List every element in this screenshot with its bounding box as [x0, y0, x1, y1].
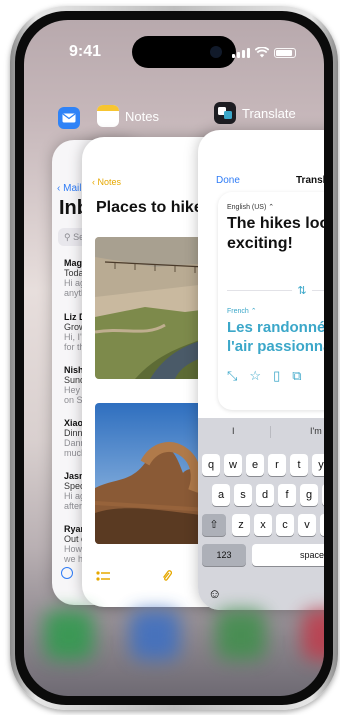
key[interactable]: v	[298, 514, 316, 536]
notes-app-label: Notes	[125, 108, 159, 124]
dock-app-icon	[130, 610, 180, 660]
phone-frame: 9:41 Notes Translate ‹ Mailb Inbo ⚲ Magi…	[10, 6, 338, 710]
key[interactable]: r	[268, 454, 286, 476]
key[interactable]: w	[224, 454, 242, 476]
home-dock-blurred	[44, 610, 324, 660]
translation-panel: English (US) ⌃ The hikes look exciting! …	[218, 192, 324, 410]
translation-actions: ⤡ ☆ ▯ ⧉	[227, 368, 302, 384]
notes-app-icon	[97, 105, 119, 127]
mail-app-header[interactable]	[58, 107, 80, 129]
dock-app-icon	[302, 610, 324, 660]
status-icons	[232, 47, 296, 58]
emoji-icon[interactable]: ☺	[208, 586, 221, 601]
mail-app-icon	[58, 107, 80, 129]
key[interactable]: c	[276, 514, 294, 536]
source-language-selector[interactable]: English (US) ⌃	[227, 203, 274, 211]
dock-app-icon	[44, 610, 94, 660]
key[interactable]: f	[278, 484, 296, 506]
source-language-label: English (US)	[227, 204, 267, 211]
notes-back-label: Notes	[97, 177, 122, 187]
target-language-label: French	[227, 308, 249, 315]
copy-icon[interactable]: ⧉	[292, 368, 301, 384]
chevron-updown-icon: ⌃	[250, 308, 257, 315]
suggestion-divider	[270, 426, 271, 438]
keyboard: I I'm q w e r t y u a s d f g h ⇧ z x c	[198, 418, 324, 610]
notes-back-link[interactable]: ‹ Notes	[92, 177, 121, 187]
suggestion[interactable]: I	[232, 426, 235, 436]
note-title: Places to hike	[96, 199, 203, 216]
cellular-signal-icon	[232, 48, 250, 58]
chevron-updown-icon: ⌃	[268, 204, 275, 211]
shift-key[interactable]: ⇧	[202, 514, 226, 536]
key[interactable]: g	[300, 484, 318, 506]
done-button[interactable]: Done	[216, 175, 240, 186]
star-icon[interactable]: ☆	[249, 368, 261, 384]
key[interactable]: b	[320, 514, 324, 536]
paperclip-icon[interactable]	[162, 569, 173, 588]
search-icon: ⚲	[64, 232, 71, 242]
dictionary-icon[interactable]: ▯	[273, 368, 280, 384]
key[interactable]: a	[212, 484, 230, 506]
numbers-key[interactable]: 123	[202, 544, 246, 566]
translate-app-header[interactable]: Translate	[214, 102, 296, 124]
dock-app-icon	[216, 610, 266, 660]
key[interactable]: t	[290, 454, 308, 476]
expand-icon[interactable]: ⤡	[227, 368, 237, 384]
battery-icon	[274, 48, 296, 58]
app-switcher-screen: 9:41 Notes Translate ‹ Mailb Inbo ⚲ Magi…	[24, 20, 324, 696]
checklist-icon[interactable]	[96, 569, 110, 587]
key[interactable]: x	[254, 514, 272, 536]
key[interactable]: s	[234, 484, 252, 506]
key[interactable]: e	[246, 454, 264, 476]
translated-text: Les randonnées on l'air passionnantes	[227, 318, 324, 356]
translate-app-label: Translate	[242, 105, 296, 121]
status-time: 9:41	[69, 43, 102, 60]
translate-app-card[interactable]: Done Translate English (US) ⌃ The hikes …	[198, 130, 324, 610]
key[interactable]: h	[322, 484, 324, 506]
key[interactable]: q	[202, 454, 220, 476]
phone-bezel: 9:41 Notes Translate ‹ Mailb Inbo ⚲ Magi…	[15, 11, 333, 705]
translate-title: Translate	[296, 175, 324, 186]
wifi-icon	[255, 47, 269, 58]
key[interactable]: y	[312, 454, 324, 476]
space-bar[interactable]: space	[252, 544, 324, 566]
suggestion[interactable]: I'm	[310, 426, 322, 436]
dynamic-island	[132, 36, 236, 68]
key[interactable]: d	[256, 484, 274, 506]
key[interactable]: z	[232, 514, 250, 536]
source-text[interactable]: The hikes look exciting!	[227, 214, 324, 254]
translated-text-line: l'air passionnantes	[227, 338, 324, 355]
translate-app-icon	[214, 102, 236, 124]
swap-languages-icon[interactable]: ⇅	[292, 281, 312, 301]
translated-text-line: Les randonnées on	[227, 319, 324, 336]
shift-icon: ⇧	[209, 519, 219, 531]
filter-icon[interactable]	[61, 567, 73, 579]
target-language-selector[interactable]: French ⌃	[227, 307, 257, 315]
front-camera	[210, 46, 222, 58]
notes-app-header[interactable]: Notes	[97, 105, 159, 127]
